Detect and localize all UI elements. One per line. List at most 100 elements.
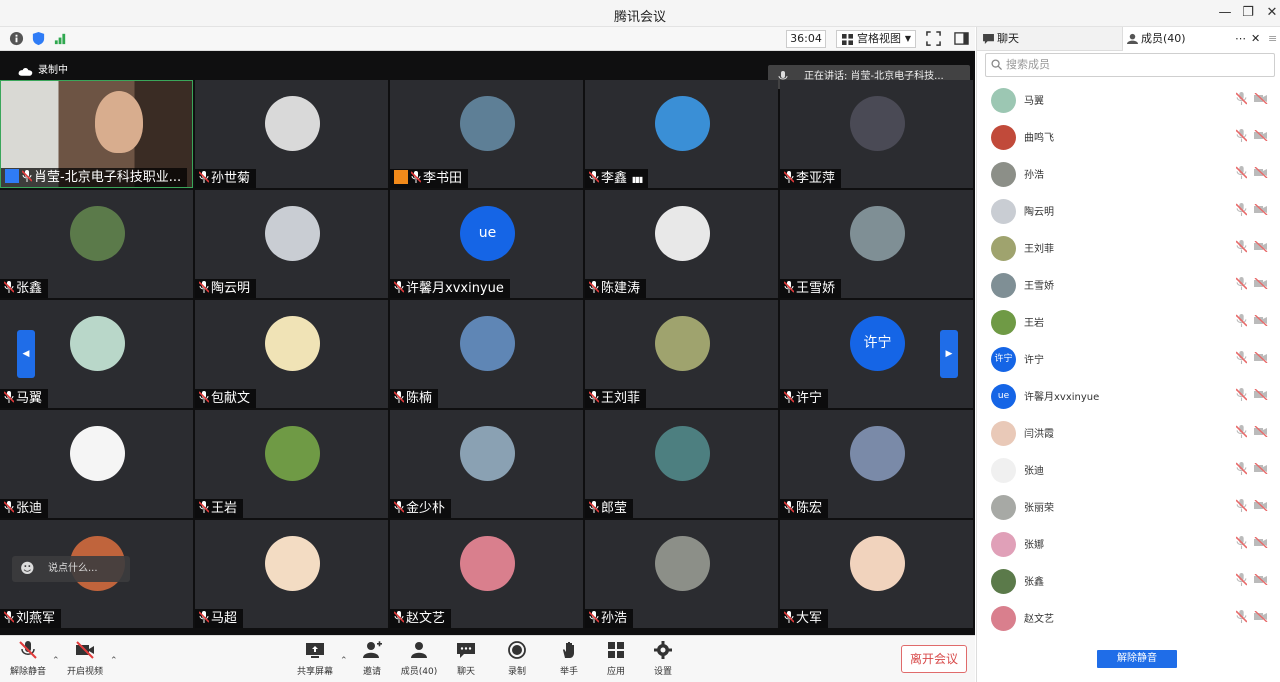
muted-microphone-icon[interactable] [1236,499,1247,512]
video-off-icon[interactable] [1254,93,1268,104]
muted-microphone-icon[interactable] [1236,610,1247,623]
muted-microphone-icon[interactable] [1236,166,1247,179]
participant-tile[interactable]: 孙世菊 [195,80,388,188]
start-video-button[interactable]: 开启视频 [62,640,108,680]
video-off-icon[interactable] [1254,315,1268,326]
members-button[interactable]: 成员(40) [396,640,442,680]
video-off-icon[interactable] [1254,352,1268,363]
audio-options-chevron-icon[interactable]: ⌃ [52,656,60,666]
video-off-icon[interactable] [1254,500,1268,511]
participant-tile[interactable]: 王雪娇 [780,190,973,298]
video-off-icon[interactable] [1254,537,1268,548]
participant-tile[interactable]: 肖莹-北京电子科技职业... [0,80,193,188]
previous-page-button[interactable]: ◀ [17,330,35,378]
member-row[interactable]: 许宁 许宁 [977,340,1280,377]
member-row[interactable]: 张鑫 [977,562,1280,599]
muted-microphone-icon[interactable] [1236,129,1247,142]
video-options-chevron-icon[interactable]: ⌃ [110,656,118,666]
muted-microphone-icon[interactable] [1236,314,1247,327]
sidebar-toggle-icon[interactable] [954,31,969,46]
next-page-button[interactable]: ▶ [940,330,958,378]
settings-button[interactable]: 设置 [640,640,686,680]
record-button[interactable]: 录制 [494,640,540,680]
video-off-icon[interactable] [1254,463,1268,474]
member-row[interactable]: 赵文艺 [977,599,1280,636]
invite-button[interactable]: 邀请 [349,640,395,680]
muted-microphone-icon[interactable] [1236,203,1247,216]
video-off-icon[interactable] [1254,389,1268,400]
more-options-icon[interactable]: ⋯ [1235,27,1246,51]
participant-tile[interactable]: 王岩 [195,410,388,518]
share-options-chevron-icon[interactable]: ⌃ [340,656,348,666]
video-off-icon[interactable] [1254,611,1268,622]
video-off-icon[interactable] [1254,204,1268,215]
video-off-icon[interactable] [1254,574,1268,585]
muted-microphone-icon[interactable] [1236,92,1247,105]
security-shield-icon[interactable] [31,31,46,46]
apps-button[interactable]: 应用 [593,640,639,680]
video-off-icon[interactable] [1254,130,1268,141]
video-off-icon[interactable] [1254,426,1268,437]
participant-tile[interactable]: 孙浩 [585,520,778,628]
view-mode-dropdown[interactable]: 宫格视图 ▼ [836,30,916,48]
member-search-input[interactable]: 搜索成员 [985,53,1275,77]
participant-tile[interactable]: 李亚萍 [780,80,973,188]
participant-tile[interactable]: 陈宏 [780,410,973,518]
member-row[interactable]: 闫洪霞 [977,414,1280,451]
member-row[interactable]: 陶云明 [977,192,1280,229]
fullscreen-icon[interactable] [926,31,941,46]
tab-chat[interactable]: 聊天 [983,27,1019,51]
muted-microphone-icon[interactable] [1236,425,1247,438]
muted-microphone-icon[interactable] [1236,536,1247,549]
leave-meeting-button[interactable]: 离开会议 [901,645,967,673]
share-screen-button[interactable]: 共享屏幕 [292,640,338,680]
video-off-icon[interactable] [1254,241,1268,252]
participant-tile[interactable]: ue 许馨月xvxinyue [390,190,583,298]
participant-tile[interactable]: 大军 [780,520,973,628]
panel-menu-icon[interactable]: ≡ [1268,27,1277,51]
muted-microphone-icon[interactable] [1236,351,1247,364]
video-off-icon[interactable] [1254,167,1268,178]
member-row[interactable]: ue 许馨月xvxinyue [977,377,1280,414]
raise-hand-button[interactable]: 举手 [546,640,592,680]
member-row[interactable]: 孙浩 [977,155,1280,192]
participant-tile[interactable]: 张鑫 [0,190,193,298]
participant-tile[interactable]: 王刘菲 [585,300,778,408]
close-panel-icon[interactable]: ✕ [1251,27,1260,51]
member-row[interactable]: 曲鸣飞 [977,118,1280,155]
participant-tile[interactable]: 马超 [195,520,388,628]
participant-tile[interactable]: 陈楠 [390,300,583,408]
info-icon[interactable] [9,31,24,46]
member-row[interactable]: 张迪 [977,451,1280,488]
restore-button[interactable]: ❐ [1238,4,1258,22]
muted-microphone-icon[interactable] [1236,462,1247,475]
participant-tile[interactable]: 陶云明 [195,190,388,298]
unmute-button[interactable]: 解除静音 [5,640,51,680]
participant-tile[interactable]: 李鑫 ▮▮▮ [585,80,778,188]
participant-tile[interactable]: 李书田 [390,80,583,188]
participant-tile[interactable]: 陈建涛 [585,190,778,298]
member-row[interactable]: 张丽荣 [977,488,1280,525]
participant-tile[interactable]: 包献文 [195,300,388,408]
chat-quick-input[interactable]: ☻ 说点什么... [12,556,130,582]
muted-microphone-icon[interactable] [1236,388,1247,401]
participant-tile[interactable]: 郎莹 [585,410,778,518]
minimize-button[interactable]: — [1215,4,1235,22]
member-row[interactable]: 马翼 [977,81,1280,118]
member-row[interactable]: 王岩 [977,303,1280,340]
muted-microphone-icon[interactable] [1236,277,1247,290]
emoji-icon[interactable]: ☻ [20,556,35,582]
close-button[interactable]: ✕ [1262,4,1280,22]
member-row[interactable]: 张娜 [977,525,1280,562]
network-signal-icon[interactable] [53,31,68,46]
unmute-all-button[interactable]: 解除静音 [1097,650,1177,668]
chat-button[interactable]: 聊天 [443,640,489,680]
muted-microphone-icon[interactable] [1236,573,1247,586]
member-row[interactable]: 王刘菲 [977,229,1280,266]
tab-members[interactable]: 成员(40) ⋯ ✕ ≡ [1122,27,1280,51]
video-off-icon[interactable] [1254,278,1268,289]
participant-tile[interactable]: 张迪 [0,410,193,518]
muted-microphone-icon[interactable] [1236,240,1247,253]
participant-tile[interactable]: 金少朴 [390,410,583,518]
participant-tile[interactable]: 赵文艺 [390,520,583,628]
